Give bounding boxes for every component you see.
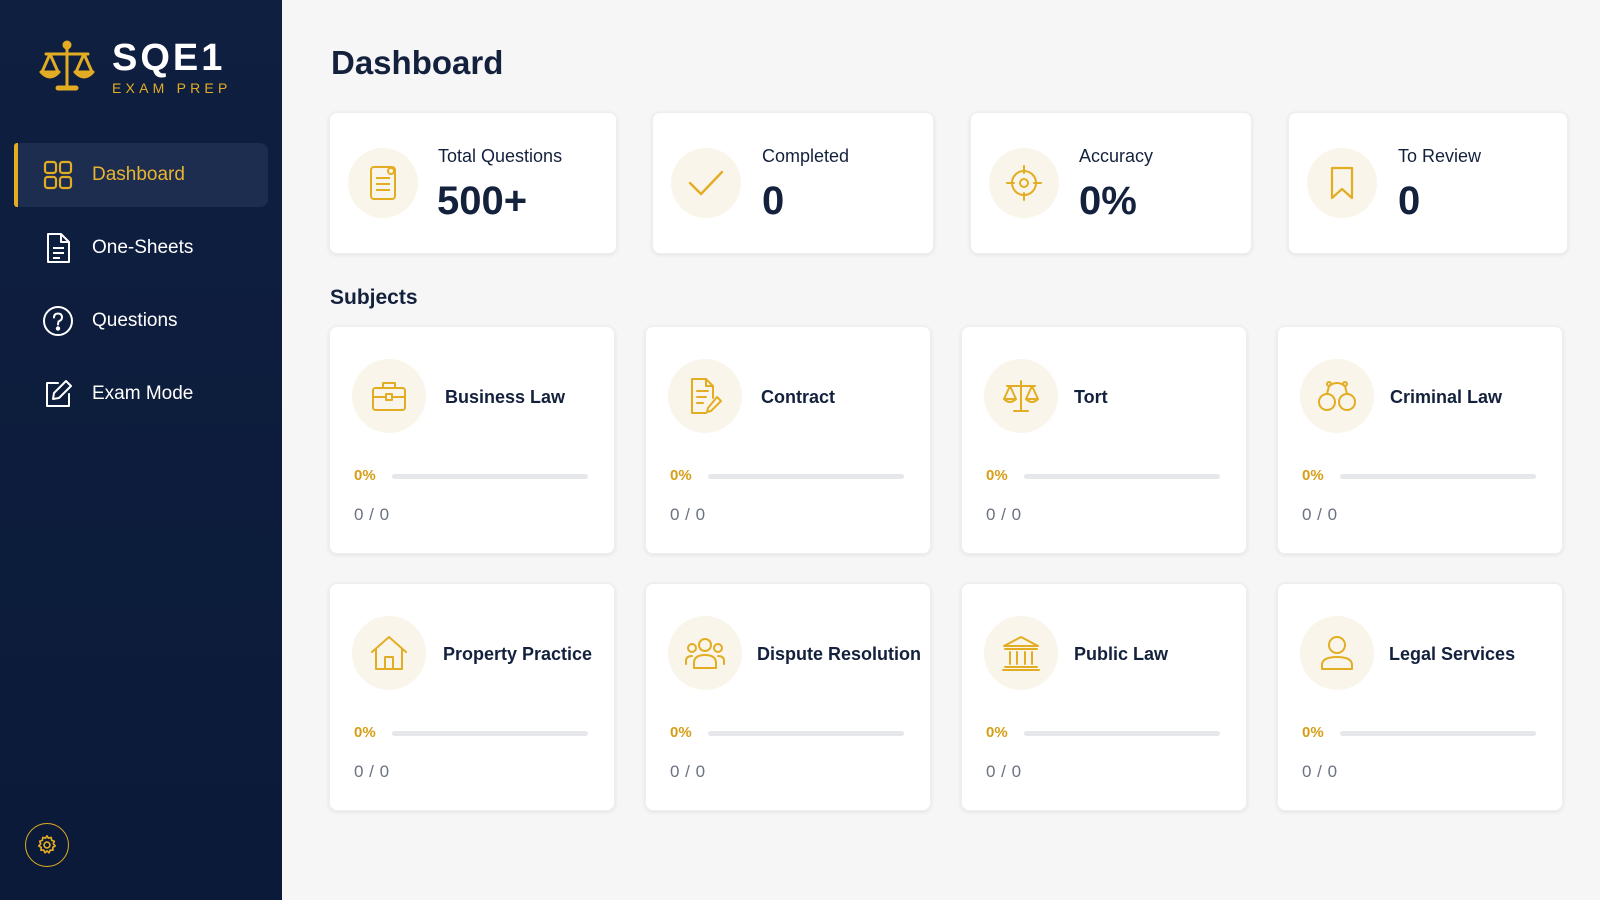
- subject-card-criminal-law[interactable]: Criminal Law 0% 0 / 0: [1277, 326, 1563, 554]
- subject-name: Criminal Law: [1390, 387, 1503, 407]
- stat-card-accuracy: Accuracy 0%: [970, 112, 1252, 254]
- sidebar: SQE1 EXAM PREP Dashboard One-Sheets Ques…: [0, 0, 282, 900]
- app-logo[interactable]: SQE1 EXAM PREP: [38, 38, 232, 96]
- people-icon: [685, 638, 725, 669]
- sidebar-item-label: Dashboard: [92, 164, 185, 185]
- progress-bar: [1024, 474, 1220, 479]
- sidebar-item-dashboard[interactable]: Dashboard: [14, 143, 268, 207]
- document-icon: [42, 232, 74, 264]
- subject-card-legal-services[interactable]: Legal Services 0% 0 / 0: [1277, 583, 1563, 811]
- subject-count: 0 / 0: [354, 762, 390, 781]
- check-icon: [688, 170, 724, 196]
- briefcase-icon: [372, 382, 406, 411]
- progress-bar: [708, 474, 904, 479]
- subject-card-business-law[interactable]: Business Law 0% 0 / 0: [329, 326, 615, 554]
- sidebar-item-exam-mode[interactable]: Exam Mode: [14, 362, 268, 426]
- sidebar-nav: Dashboard One-Sheets Questions Exam Mode: [14, 143, 268, 435]
- subject-count: 0 / 0: [1302, 762, 1338, 781]
- subject-percent: 0%: [670, 467, 692, 484]
- handcuffs-icon: [1318, 381, 1356, 411]
- person-icon: [1321, 636, 1353, 670]
- stat-label: To Review: [1398, 146, 1482, 166]
- subject-card-contract[interactable]: Contract 0% 0 / 0: [645, 326, 931, 554]
- stat-card-to-review: To Review 0: [1288, 112, 1568, 254]
- courthouse-icon: [1002, 636, 1040, 671]
- scales-logo-icon: [39, 40, 95, 91]
- subject-card-tort[interactable]: Tort 0% 0 / 0: [961, 326, 1247, 554]
- subject-name: Tort: [1074, 387, 1108, 407]
- progress-bar: [1340, 731, 1536, 736]
- stat-label: Total Questions: [438, 146, 563, 166]
- progress-bar: [392, 474, 588, 479]
- progress-bar: [392, 731, 588, 736]
- scales-icon: [1003, 380, 1039, 412]
- stat-label: Accuracy: [1079, 146, 1154, 166]
- subject-percent: 0%: [354, 467, 376, 484]
- subject-count: 0 / 0: [986, 762, 1022, 781]
- contract-icon: [691, 378, 722, 414]
- subject-name: Business Law: [445, 387, 566, 407]
- app-subtitle: EXAM PREP: [112, 80, 232, 96]
- stat-icon-wrapper: [671, 148, 741, 218]
- subject-count: 0 / 0: [670, 762, 706, 781]
- app-name: SQE1: [112, 37, 226, 79]
- subject-icon-wrapper: [984, 359, 1058, 433]
- bookmark-icon: [1330, 166, 1354, 200]
- gear-icon: [37, 835, 57, 854]
- stat-icon-wrapper: [989, 148, 1059, 218]
- notes-icon: [370, 166, 396, 200]
- subject-percent: 0%: [1302, 724, 1324, 741]
- subject-percent: 0%: [1302, 467, 1324, 484]
- house-icon: [371, 636, 407, 670]
- subject-name: Contract: [761, 387, 836, 407]
- subject-count: 0 / 0: [1302, 505, 1338, 524]
- subject-name: Legal Services: [1389, 644, 1516, 664]
- subject-percent: 0%: [670, 724, 692, 741]
- sidebar-item-label: One-Sheets: [92, 237, 194, 258]
- subject-percent: 0%: [354, 724, 376, 741]
- stat-icon-wrapper: [1307, 148, 1377, 218]
- subject-percent: 0%: [986, 467, 1008, 484]
- progress-bar: [1024, 731, 1220, 736]
- subject-icon-wrapper: [352, 616, 426, 690]
- stat-card-total-questions: Total Questions 500+: [329, 112, 617, 254]
- page-title: Dashboard: [331, 44, 504, 81]
- subject-icon-wrapper: [668, 359, 742, 433]
- stat-value: 500+: [437, 179, 528, 223]
- stat-label: Completed: [762, 146, 850, 166]
- edit-icon: [42, 378, 74, 410]
- subject-count: 0 / 0: [354, 505, 390, 524]
- stat-value: 0: [762, 179, 785, 223]
- target-icon: [1006, 165, 1042, 201]
- subject-icon-wrapper: [984, 616, 1058, 690]
- subject-count: 0 / 0: [986, 505, 1022, 524]
- sidebar-item-questions[interactable]: Questions: [14, 289, 268, 353]
- sidebar-item-label: Exam Mode: [92, 383, 194, 404]
- stat-value: 0%: [1079, 179, 1137, 223]
- section-title-subjects: Subjects: [330, 286, 418, 309]
- subject-name: Property Practice: [443, 644, 593, 664]
- stat-value: 0: [1398, 179, 1421, 223]
- question-circle-icon: [42, 305, 74, 337]
- sidebar-item-one-sheets[interactable]: One-Sheets: [14, 216, 268, 280]
- sidebar-item-label: Questions: [92, 310, 178, 331]
- stat-card-completed: Completed 0: [652, 112, 934, 254]
- stat-icon-wrapper: [348, 148, 418, 218]
- subject-card-property-practice[interactable]: Property Practice 0% 0 / 0: [329, 583, 615, 811]
- subject-card-dispute-resolution[interactable]: Dispute Resolution 0% 0 / 0: [645, 583, 931, 811]
- subject-icon-wrapper: [352, 359, 426, 433]
- subject-name: Public Law: [1074, 644, 1169, 664]
- progress-bar: [708, 731, 904, 736]
- subject-icon-wrapper: [1300, 359, 1374, 433]
- settings-button[interactable]: [25, 823, 69, 867]
- subject-name: Dispute Resolution: [757, 644, 922, 664]
- subject-card-public-law[interactable]: Public Law 0% 0 / 0: [961, 583, 1247, 811]
- subject-percent: 0%: [986, 724, 1008, 741]
- grid-icon: [42, 159, 74, 191]
- subject-icon-wrapper: [1300, 616, 1374, 690]
- subject-count: 0 / 0: [670, 505, 706, 524]
- subject-icon-wrapper: [668, 616, 742, 690]
- progress-bar: [1340, 474, 1536, 479]
